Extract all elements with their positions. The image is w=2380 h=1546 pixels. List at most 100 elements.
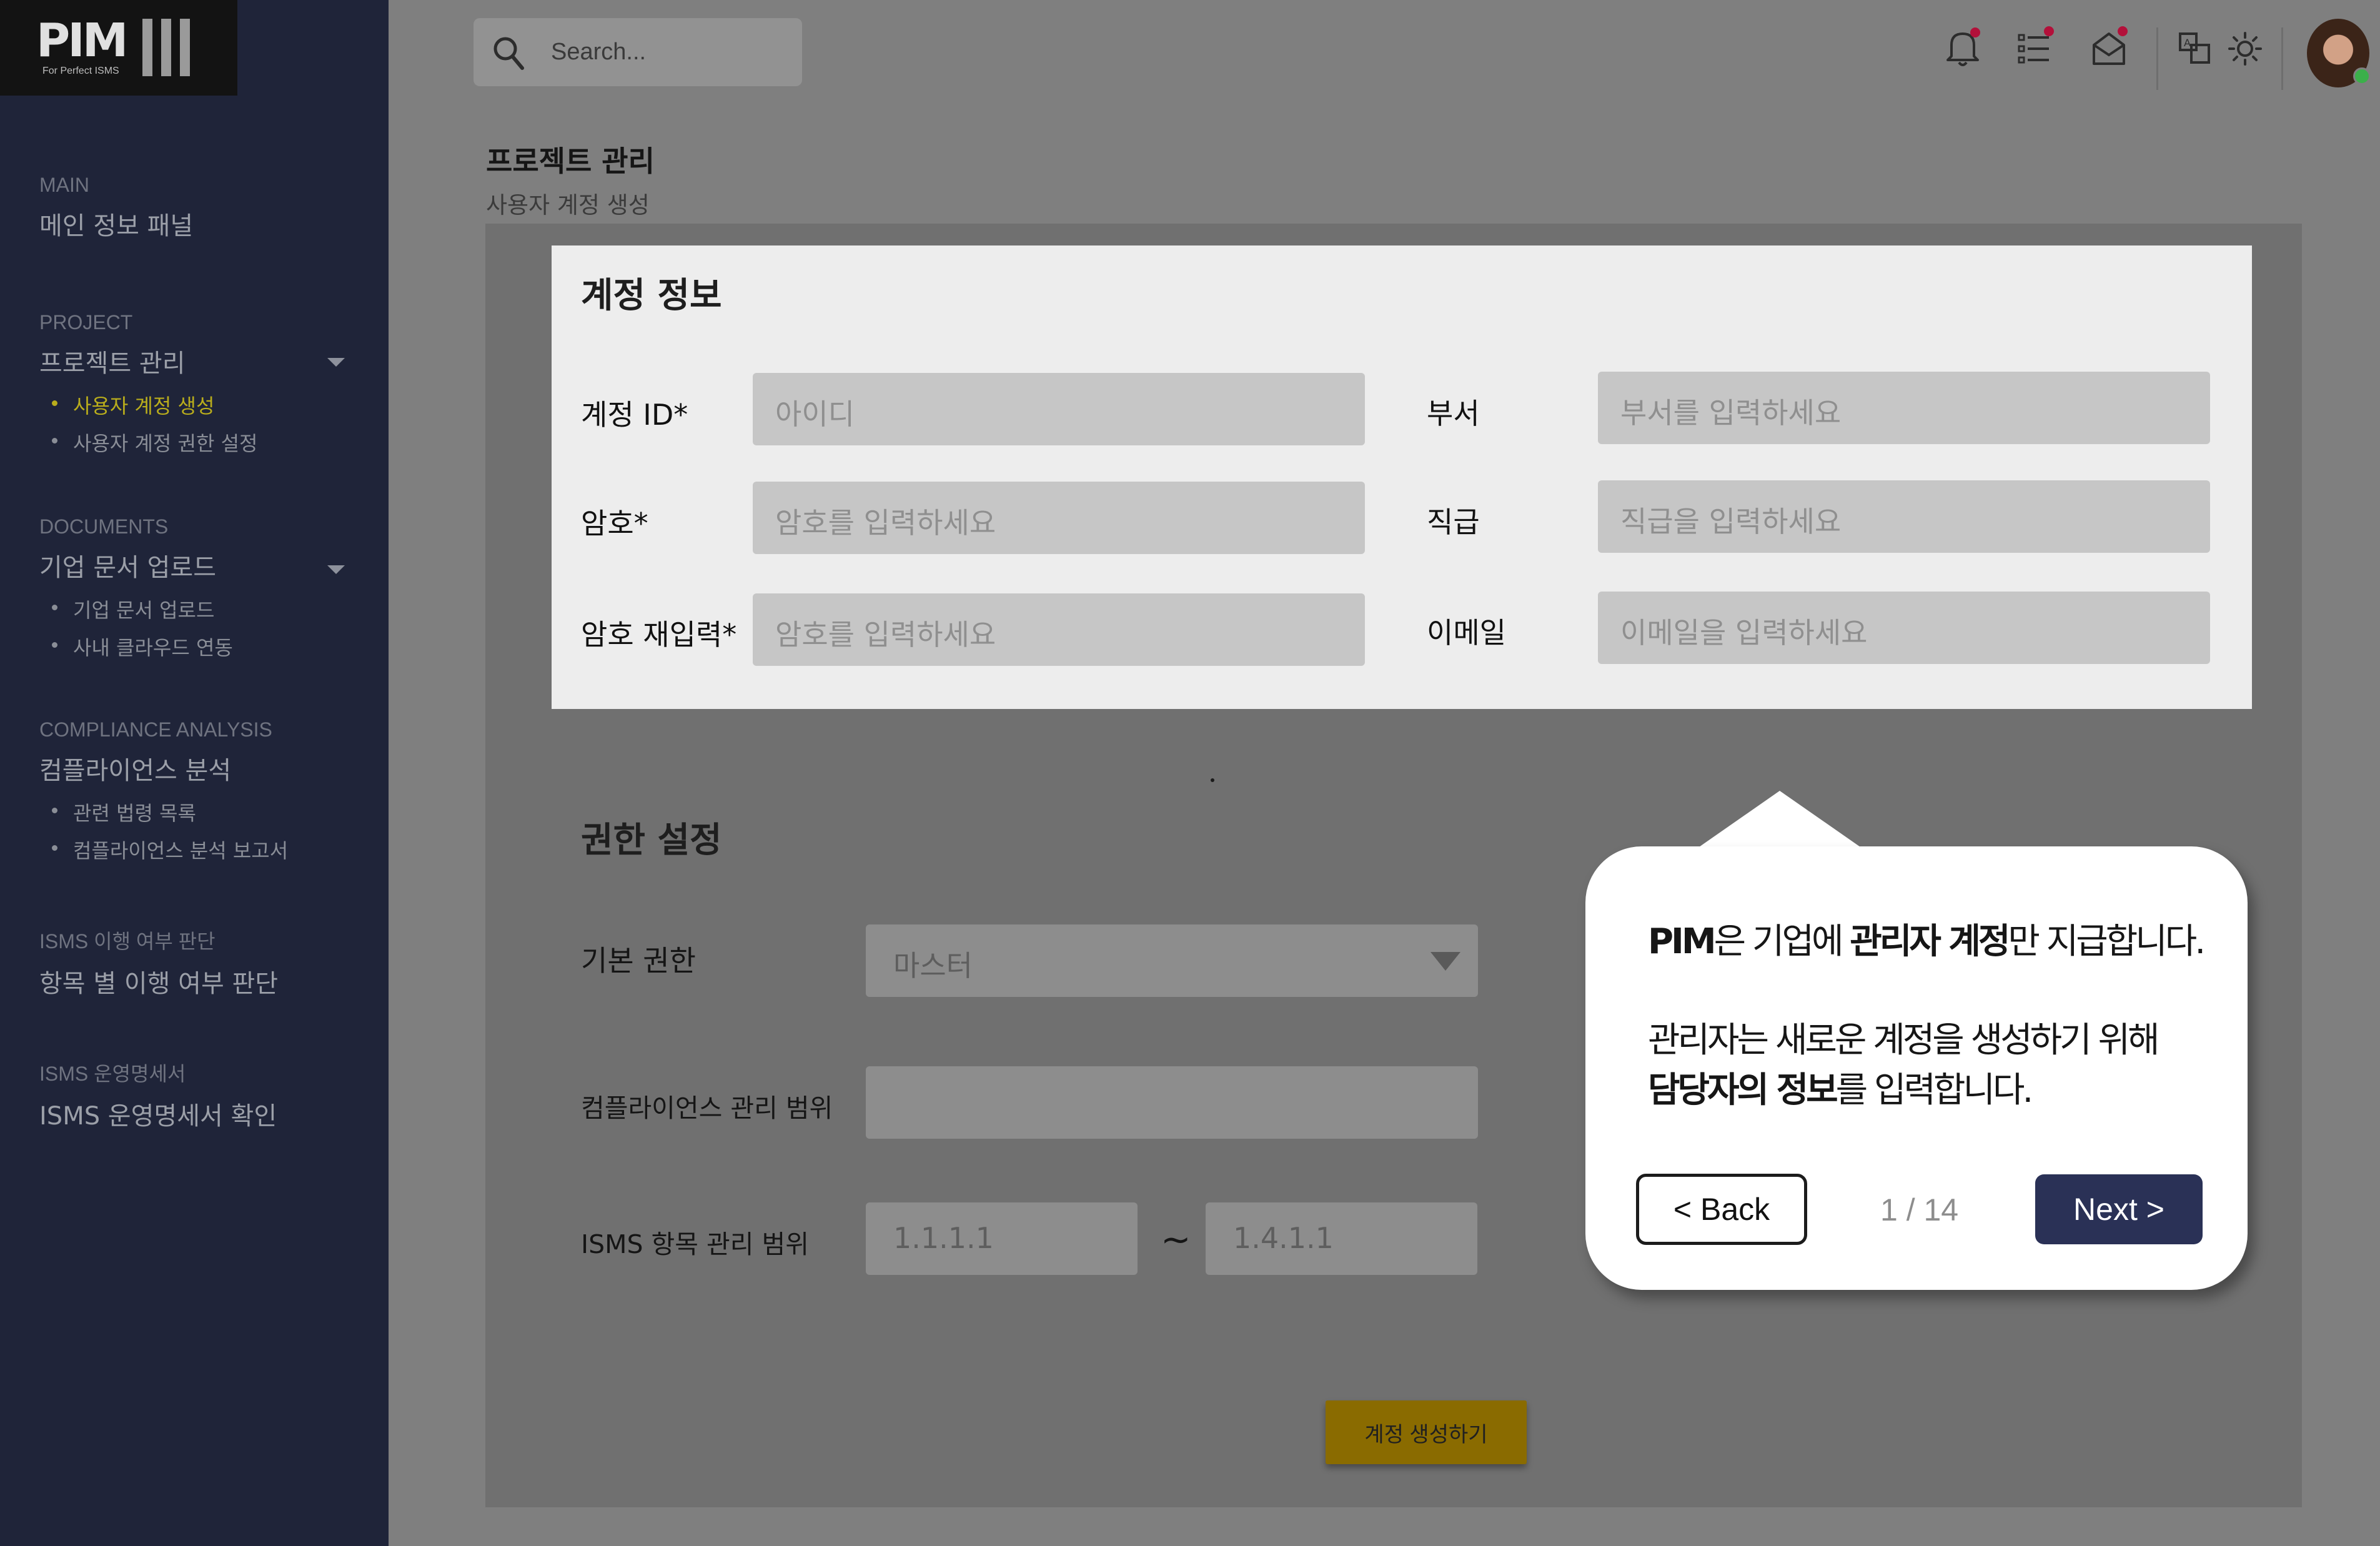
tooltip-emphasis: 담당자의 정보 [1648, 1070, 1838, 1111]
tooltip-text: 만 지급합니다. [2008, 921, 2206, 962]
avatar[interactable] [2307, 19, 2371, 87]
mail-icon[interactable] [2090, 26, 2128, 70]
tooltip-line-2: 관리자는 새로운 계정을 생성하기 위해 [1648, 1020, 2160, 1061]
sun-icon[interactable] [2228, 31, 2263, 69]
nav-category: ISMS 운영명세서 [39, 1063, 186, 1085]
department-label: 부서 [1427, 397, 1480, 430]
tooltip-line-1: PIM은 기업에 관리자 계정만 지급합니다. [1648, 913, 2206, 964]
placeholder: 아이디 [775, 397, 855, 431]
logo-tagline: For Perfect ISMS [42, 66, 119, 76]
tooltip-emphasis: 관리자 계정 [1850, 921, 2010, 962]
button-label: < Back [1673, 1192, 1770, 1227]
basic-permission-select[interactable]: 마스터 [866, 924, 1478, 997]
tooltip-line-3: 담당자의 정보를 입력합니다. [1648, 1062, 2034, 1112]
sidebar-subitem-cloud-link[interactable]: 사내 클라우드 연동 [39, 632, 233, 661]
sidebar-item-main-panel[interactable]: 메인 정보 패널 [39, 206, 193, 242]
logo[interactable]: PIM For Perfect ISMS [0, 0, 237, 96]
subitem-label: 컴플라이언스 분석 보고서 [73, 839, 289, 863]
subitem-label: 사내 클라우드 연동 [73, 636, 233, 660]
basic-permission-label: 기본 권한 [581, 944, 696, 978]
search-input[interactable]: Search... [551, 39, 646, 66]
department-input[interactable]: 부서를 입력하세요 [1598, 372, 2210, 444]
compliance-scope-input[interactable] [866, 1066, 1478, 1139]
page-title: 프로젝트 관리 [486, 144, 655, 178]
tooltip-text: 를 입력합니다. [1835, 1070, 2034, 1111]
translate-icon[interactable]: A [2178, 31, 2213, 69]
online-status-icon [2353, 67, 2371, 85]
placeholder: 이메일을 입력하세요 [1620, 616, 1868, 650]
nav-category: PROJECT [39, 311, 133, 334]
placeholder: 암호를 입력하세요 [775, 618, 996, 652]
header-divider [2281, 27, 2283, 90]
position-label: 직급 [1427, 505, 1480, 539]
email-input[interactable]: 이메일을 입력하세요 [1598, 592, 2210, 664]
sidebar-item-project[interactable]: 프로젝트 관리 [39, 343, 257, 379]
account-id-input[interactable]: 아이디 [753, 373, 1365, 445]
compliance-scope-label: 컴플라이언스 관리 범위 [581, 1093, 833, 1123]
subitem-label: 사용자 계정 생성 [73, 394, 215, 418]
nav-section-project: PROJECT 프로젝트 관리 사용자 계정 생성 사용자 계정 권한 설정 [39, 311, 257, 465]
isms-scope-label: ISMS 항목 관리 범위 [581, 1229, 809, 1259]
sidebar: PIM For Perfect ISMS MAIN 메인 정보 패널 PROJE… [0, 0, 389, 1546]
separator-dot [1211, 778, 1214, 782]
email-label: 이메일 [1427, 616, 1506, 650]
tooltip-text: 은 기업에 [1713, 921, 1850, 962]
bell-icon[interactable] [1944, 27, 1981, 71]
create-account-button[interactable]: 계정 생성하기 [1326, 1400, 1527, 1464]
subitem-label: 관련 법령 목록 [73, 801, 196, 825]
password-confirm-input[interactable]: 암호를 입력하세요 [753, 593, 1365, 666]
tooltip-step-counter: 1 / 14 [1880, 1192, 1959, 1227]
isms-scope-to-input[interactable]: 1.4.1.1 [1206, 1202, 1477, 1275]
password-label: 암호* [581, 507, 648, 540]
bullet-icon [52, 400, 57, 406]
placeholder: 암호를 입력하세요 [775, 506, 996, 540]
nav-category: DOCUMENTS [39, 515, 169, 538]
sidebar-subitem-upload-docs[interactable]: 기업 문서 업로드 [39, 595, 233, 623]
sidebar-subitem-account-permission[interactable]: 사용자 계정 권한 설정 [39, 428, 257, 457]
bullet-icon [52, 808, 57, 813]
svg-text:A: A [2184, 37, 2191, 49]
tooltip-next-button[interactable]: Next > [2035, 1174, 2203, 1244]
subitem-label: 사용자 계정 권한 설정 [73, 432, 258, 455]
sidebar-subitem-report[interactable]: 컴플라이언스 분석 보고서 [39, 835, 288, 864]
placeholder: 부서를 입력하세요 [1620, 396, 1842, 430]
nav-category: ISMS 이행 여부 판단 [39, 930, 216, 953]
sidebar-subitem-create-account[interactable]: 사용자 계정 생성 [39, 390, 257, 419]
nav-section-isms-spec: ISMS 운영명세서 ISMS 운영명세서 확인 [39, 1058, 277, 1132]
position-input[interactable]: 직급을 입력하세요 [1598, 480, 2210, 553]
bullet-icon [52, 845, 57, 851]
button-label: Next > [2073, 1192, 2164, 1227]
list-icon[interactable] [2016, 26, 2054, 70]
password-input[interactable]: 암호를 입력하세요 [753, 482, 1365, 554]
nav-category: MAIN [39, 174, 89, 196]
bullet-icon [52, 605, 57, 610]
sidebar-item-isms-spec[interactable]: ISMS 운영명세서 확인 [39, 1096, 277, 1132]
button-label: 계정 생성하기 [1364, 1422, 1488, 1447]
nav-section-isms-check: ISMS 이행 여부 판단 항목 별 이행 여부 판단 [39, 926, 278, 999]
chevron-down-icon [1430, 952, 1460, 971]
tooltip-back-button[interactable]: < Back [1636, 1174, 1807, 1245]
nav-section-documents: DOCUMENTS 기업 문서 업로드 기업 문서 업로드 사내 클라우드 연동 [39, 515, 233, 670]
chevron-down-icon[interactable] [327, 565, 345, 574]
page-subtitle: 사용자 계정 생성 [486, 192, 650, 219]
search-bar[interactable]: Search... [474, 18, 802, 86]
search-icon [493, 37, 524, 70]
bullet-icon [52, 438, 57, 443]
range-separator: ~ [1161, 1218, 1191, 1261]
header-divider [2156, 27, 2158, 90]
nav-section-compliance: COMPLIANCE ANALYSIS 컴플라이언스 분석 관련 법령 목록 컴… [39, 718, 288, 873]
nav-category: COMPLIANCE ANALYSIS [39, 718, 272, 741]
placeholder: 1.4.1.1 [1233, 1221, 1334, 1255]
sidebar-item-compliance[interactable]: 컴플라이언스 분석 [39, 750, 288, 786]
account-section-title: 계정 정보 [581, 275, 722, 316]
sidebar-item-isms-check[interactable]: 항목 별 이행 여부 판단 [39, 963, 278, 999]
account-id-label: 계정 ID* [581, 398, 688, 432]
isms-scope-from-input[interactable]: 1.1.1.1 [866, 1202, 1138, 1275]
chevron-down-icon[interactable] [327, 358, 345, 367]
tooltip-brand: PIM [1648, 921, 1717, 962]
password-confirm-label: 암호 재입력* [581, 618, 737, 652]
sidebar-item-documents[interactable]: 기업 문서 업로드 [39, 547, 233, 583]
sidebar-subitem-laws[interactable]: 관련 법령 목록 [39, 798, 288, 826]
placeholder: 직급을 입력하세요 [1620, 505, 1842, 538]
nav-section-main: MAIN 메인 정보 패널 [39, 174, 193, 242]
